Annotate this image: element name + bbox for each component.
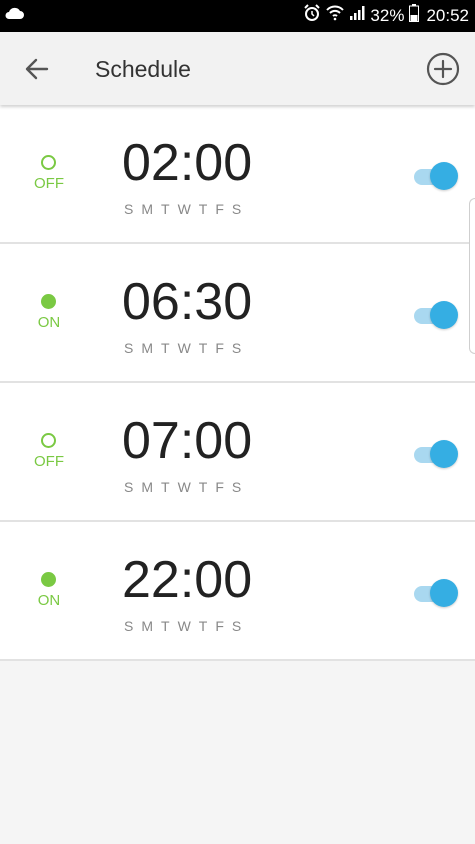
weekday: S	[231, 479, 243, 495]
weekday: S	[124, 340, 135, 356]
battery-icon	[409, 4, 420, 27]
weekday: W	[177, 340, 192, 356]
enable-toggle[interactable]	[414, 577, 460, 609]
weekday: S	[124, 201, 135, 217]
cloud-icon	[4, 6, 24, 25]
weekday: T	[161, 201, 171, 217]
edge-panel-handle[interactable]	[469, 198, 475, 354]
clock-time: 20:52	[426, 5, 469, 25]
state-indicator: OFF	[24, 383, 74, 520]
weekday: T	[198, 340, 209, 356]
state-indicator: ON	[24, 522, 74, 659]
weekday: M	[141, 201, 155, 217]
weekday: F	[215, 340, 225, 356]
weekday: M	[141, 479, 155, 495]
weekday: T	[161, 479, 171, 495]
state-on-dot-icon	[41, 572, 56, 587]
schedule-time: 22:00	[122, 551, 253, 609]
state-label: ON	[37, 592, 61, 609]
enable-toggle[interactable]	[414, 160, 460, 192]
weekday: W	[177, 479, 192, 495]
state-indicator: ON	[24, 244, 74, 381]
weekday: T	[161, 340, 171, 356]
toggle-thumb	[430, 162, 458, 190]
enable-toggle[interactable]	[414, 299, 460, 331]
schedule-row[interactable]: ON 06:30 S M T W T F S	[0, 244, 475, 383]
weekday-list: S M T W T F S	[124, 479, 242, 495]
arrow-left-icon[interactable]	[22, 54, 52, 84]
state-off-dot-icon	[41, 433, 56, 448]
page-title: Schedule	[95, 56, 191, 82]
weekday: M	[141, 618, 155, 634]
wifi-icon	[326, 5, 345, 26]
status-bar: 32% 20:52	[0, 0, 475, 32]
weekday-list: S M T W T F S	[124, 340, 242, 356]
weekday: S	[231, 340, 243, 356]
weekday-list: S M T W T F S	[124, 201, 242, 217]
weekday: S	[124, 618, 135, 634]
state-label: OFF	[34, 453, 64, 470]
state-label: OFF	[34, 175, 64, 192]
weekday: T	[198, 479, 209, 495]
toggle-thumb	[430, 579, 458, 607]
weekday: T	[161, 618, 171, 634]
weekday: T	[198, 201, 209, 217]
weekday: T	[198, 618, 209, 634]
app-bar: Schedule	[0, 32, 475, 105]
state-off-dot-icon	[41, 155, 56, 170]
state-indicator: OFF	[24, 105, 74, 242]
alarm-icon	[303, 4, 321, 27]
weekday: S	[231, 618, 243, 634]
schedule-time: 07:00	[122, 412, 253, 470]
weekday: S	[124, 479, 135, 495]
state-on-dot-icon	[41, 294, 56, 309]
weekday: M	[141, 340, 155, 356]
weekday: F	[215, 201, 225, 217]
schedule-row[interactable]: OFF 07:00 S M T W T F S	[0, 383, 475, 522]
weekday: F	[215, 479, 225, 495]
weekday: S	[231, 201, 243, 217]
schedule-row[interactable]: OFF 02:00 S M T W T F S	[0, 105, 475, 244]
weekday-list: S M T W T F S	[124, 618, 242, 634]
enable-toggle[interactable]	[414, 438, 460, 470]
weekday: W	[177, 618, 192, 634]
schedule-time: 02:00	[122, 134, 253, 192]
battery-percent: 32%	[370, 5, 405, 25]
schedule-list: OFF 02:00 S M T W T F S ON 06:30 S M T W…	[0, 105, 475, 661]
toggle-thumb	[430, 301, 458, 329]
weekday: W	[177, 201, 192, 217]
weekday: F	[215, 618, 225, 634]
add-circle-icon[interactable]	[425, 51, 461, 87]
schedule-time: 06:30	[122, 273, 253, 331]
state-label: ON	[37, 314, 61, 331]
schedule-row[interactable]: ON 22:00 S M T W T F S	[0, 522, 475, 661]
toggle-thumb	[430, 440, 458, 468]
signal-icon	[349, 5, 365, 26]
